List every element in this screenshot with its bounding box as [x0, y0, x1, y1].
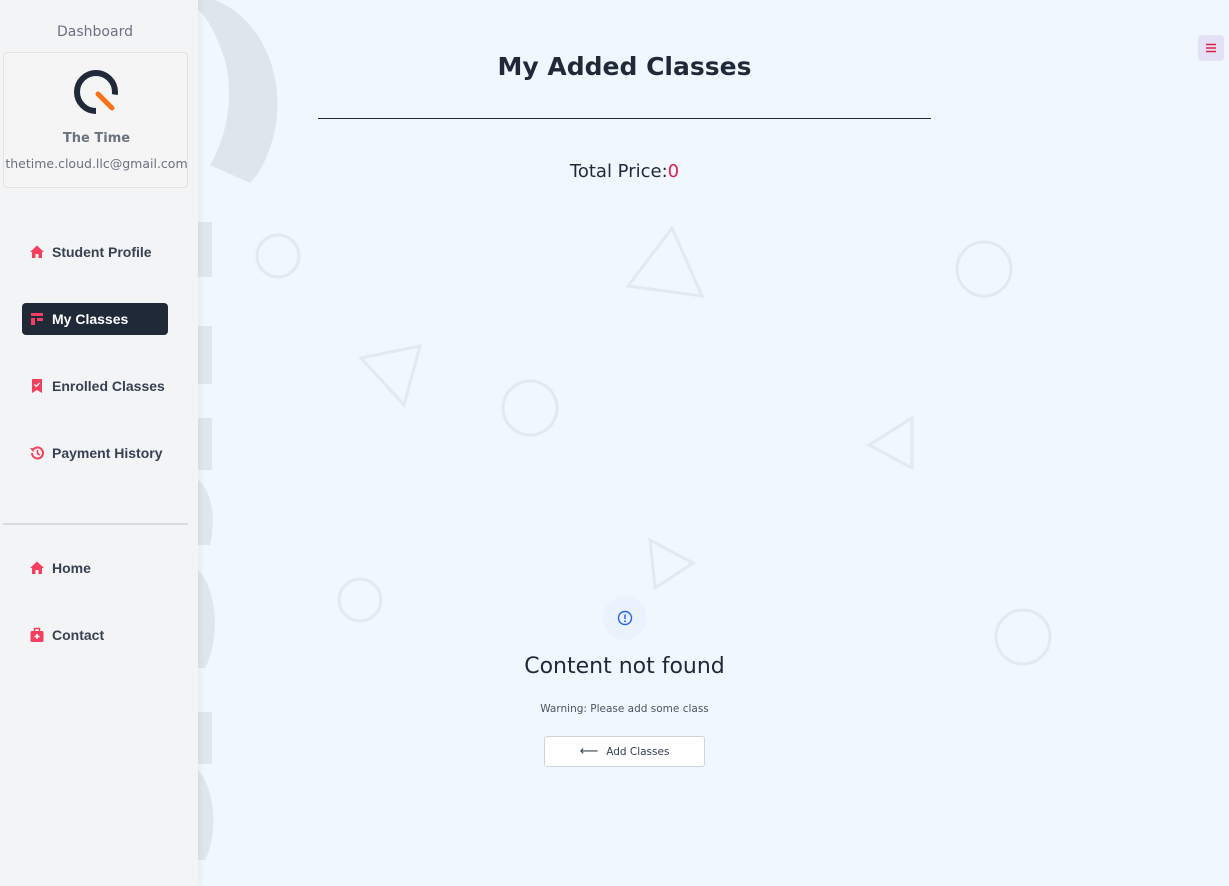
sidebar-item-label: Payment History: [52, 445, 163, 461]
classes-icon: [29, 311, 45, 327]
sidebar-item-payment-history[interactable]: Payment History: [22, 437, 168, 469]
sidebar-item-label: Enrolled Classes: [52, 378, 165, 394]
sidebar-item-student-profile[interactable]: Student Profile: [22, 236, 168, 268]
dashboard-title: Dashboard: [57, 24, 133, 40]
profile-card: The Time thetime.cloud.llc@gmail.com: [3, 52, 188, 188]
history-icon: [29, 445, 45, 461]
sidebar-item-enrolled-classes[interactable]: Enrolled Classes: [22, 370, 168, 402]
sidebar-divider: [3, 523, 188, 525]
sidebar-item-label: My Classes: [52, 311, 129, 327]
add-classes-button[interactable]: ⟵ Add Classes: [544, 736, 705, 767]
page-title: My Added Classes: [497, 52, 752, 81]
medical-bag-icon: [29, 627, 45, 643]
sidebar-item-label: Student Profile: [52, 244, 152, 260]
sidebar: Dashboard The Time thetime.cloud.llc@gma…: [0, 0, 198, 886]
home-icon: [29, 244, 45, 260]
sidebar-item-label: Home: [52, 560, 91, 576]
sidebar-item-home[interactable]: Home: [22, 552, 168, 584]
sidebar-item-contact[interactable]: Contact: [22, 619, 168, 651]
hamburger-icon: [1206, 43, 1216, 53]
info-icon: [603, 596, 647, 640]
title-divider: [318, 118, 931, 119]
total-price-value: 0: [667, 161, 680, 182]
bookmark-icon: [29, 378, 45, 394]
total-price: Total Price:0: [198, 161, 1051, 182]
sidebar-item-my-classes[interactable]: My Classes: [22, 303, 168, 335]
profile-email: thetime.cloud.llc@gmail.com: [5, 156, 188, 171]
profile-name: The Time: [62, 131, 131, 146]
total-price-label: Total Price:: [569, 161, 668, 182]
main-content: My Added Classes Total Price:0 Content n…: [198, 0, 1229, 886]
add-classes-label: Add Classes: [606, 745, 670, 758]
home-icon: [29, 560, 45, 576]
empty-state-title: Content not found: [524, 654, 725, 679]
menu-toggle-button[interactable]: [1198, 35, 1224, 61]
brand-logo: [74, 70, 118, 114]
sidebar-item-label: Contact: [52, 627, 105, 643]
arrow-left-icon: ⟵: [579, 744, 599, 759]
empty-state-warning: Warning: Please add some class: [540, 703, 709, 715]
